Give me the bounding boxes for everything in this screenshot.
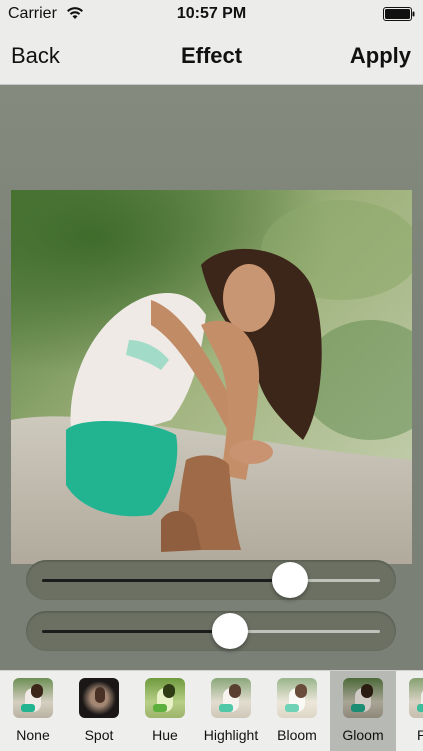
filter-pos-thumbnail — [409, 678, 423, 718]
apply-button[interactable]: Apply — [350, 43, 411, 69]
editor-workspace — [0, 85, 423, 670]
back-button[interactable]: Back — [11, 43, 60, 69]
slider-2-knob[interactable] — [212, 613, 248, 649]
photo-preview — [11, 190, 412, 564]
filter-spot-thumbnail — [79, 678, 119, 718]
filter-pos-label: Pos — [386, 727, 423, 743]
filter-none-thumbnail — [13, 678, 53, 718]
filter-bloom-thumbnail — [277, 678, 317, 718]
filter-hue-thumbnail — [145, 678, 185, 718]
effect-slider-1[interactable] — [26, 560, 396, 600]
status-time: 10:57 PM — [176, 5, 247, 22]
filter-highlight-thumbnail — [211, 678, 251, 718]
battery-icon — [383, 7, 415, 21]
photo-image — [11, 190, 412, 564]
status-bar: Carrier 10:57 PM — [0, 0, 423, 28]
slider-2-filled-track — [42, 630, 232, 633]
slider-2-empty-track — [232, 630, 380, 633]
slider-1-knob[interactable] — [272, 562, 308, 598]
filter-strip[interactable]: None Spot Hue Highlight Bloom Gloom — [0, 670, 423, 751]
filter-pos[interactable]: Pos — [396, 671, 423, 751]
filter-gloom-thumbnail — [343, 678, 383, 718]
slider-1-filled-track — [42, 579, 290, 582]
effect-slider-2[interactable] — [26, 611, 396, 651]
navigation-bar: Back Effect Apply — [0, 28, 423, 85]
